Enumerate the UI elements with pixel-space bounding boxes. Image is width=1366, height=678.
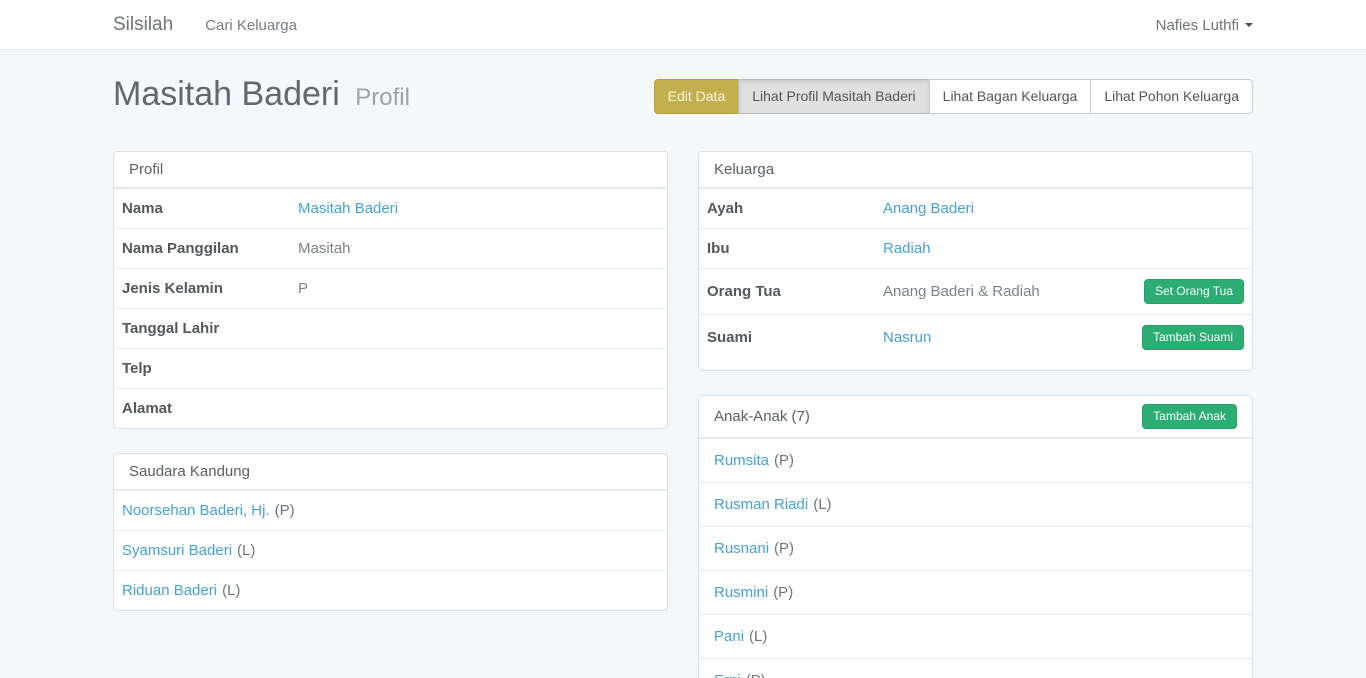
person-link[interactable]: Syamsuri Baderi [122, 542, 232, 559]
child-list-item: Rusnani (P) [699, 526, 1252, 570]
navbar-right: Nafies Luthfi [1156, 17, 1253, 34]
keluarga-panel-heading: Keluarga [699, 152, 1252, 188]
tambah-anak-button[interactable]: Tambah Anak [1142, 404, 1237, 429]
sibling-list-item: Noorsehan Baderi, Hj. (P) [114, 490, 667, 530]
page-title: Masitah Baderi Profil [113, 74, 410, 118]
person-link[interactable]: Erni [714, 672, 741, 678]
table-row-suami: Suami Nasrun Tambah Suami [699, 314, 1252, 370]
field-value: P [298, 279, 308, 298]
lihat-pohon-keluarga-button[interactable]: Lihat Pohon Keluarga [1090, 79, 1253, 114]
table-row-jenis-kelamin: Jenis Kelamin P [114, 268, 667, 308]
page-subtitle: Profil [355, 84, 410, 111]
person-link[interactable]: Noorsehan Baderi, Hj. [122, 502, 270, 519]
field-value: Masitah [298, 239, 351, 258]
person-link[interactable]: Radiah [883, 239, 931, 258]
user-name: Nafies Luthfi [1156, 17, 1239, 34]
saudara-panel-title: Saudara Kandung [129, 463, 250, 480]
sibling-list-item: Riduan Baderi (L) [114, 570, 667, 610]
field-label: Nama [114, 189, 298, 228]
profil-panel: Profil Nama Masitah Baderi Nama Panggila… [113, 151, 668, 429]
navbar: Silsilah Cari Keluarga Nafies Luthfi [0, 0, 1366, 50]
field-value: Anang Baderi & Radiah [883, 282, 1040, 301]
person-link[interactable]: Rumsita [714, 452, 769, 469]
person-link[interactable]: Masitah Baderi [298, 199, 398, 218]
field-label: Telp [114, 349, 298, 388]
child-list-item: Rumsita (P) [699, 438, 1252, 482]
nav-cari-keluarga[interactable]: Cari Keluarga [205, 17, 297, 34]
child-list-item: Rusmini (P) [699, 570, 1252, 614]
field-label: Orang Tua [699, 272, 883, 311]
table-row-nama-panggilan: Nama Panggilan Masitah [114, 228, 667, 268]
person-link[interactable]: Riduan Baderi [122, 582, 217, 599]
field-label: Alamat [114, 389, 298, 428]
person-link[interactable]: Rusman Riadi [714, 496, 808, 513]
gender-label: (L) [237, 542, 255, 559]
gender-label: (L) [749, 628, 767, 645]
lihat-profil-button[interactable]: Lihat Profil Masitah Baderi [738, 79, 929, 114]
edit-data-button[interactable]: Edit Data [654, 79, 740, 114]
field-label: Ayah [699, 189, 883, 228]
field-label: Tanggal Lahir [114, 309, 298, 348]
user-menu-dropdown[interactable]: Nafies Luthfi [1156, 17, 1253, 34]
table-row-ibu: Ibu Radiah [699, 228, 1252, 268]
field-label: Suami [699, 318, 883, 357]
gender-label: (L) [813, 496, 831, 513]
brand-silsilah[interactable]: Silsilah [113, 14, 173, 36]
anak-panel-heading: Anak-Anak (7) Tambah Anak [699, 396, 1252, 438]
child-list-item: Erni (P) [699, 658, 1252, 678]
table-row-nama: Nama Masitah Baderi [114, 188, 667, 228]
profil-panel-title: Profil [129, 161, 163, 178]
gender-label: (P) [774, 540, 794, 557]
person-link[interactable]: Rusmini [714, 584, 768, 601]
tambah-suami-button[interactable]: Tambah Suami [1142, 325, 1244, 350]
field-label: Ibu [699, 229, 883, 268]
table-row-ayah: Ayah Anang Baderi [699, 188, 1252, 228]
table-row-orang-tua: Orang Tua Anang Baderi & Radiah Set Oran… [699, 268, 1252, 314]
person-link[interactable]: Rusnani [714, 540, 769, 557]
person-link[interactable]: Nasrun [883, 328, 931, 347]
gender-label: (P) [275, 502, 295, 519]
field-label: Nama Panggilan [114, 229, 298, 268]
caret-down-icon [1245, 23, 1253, 27]
person-link[interactable]: Anang Baderi [883, 199, 974, 218]
keluarga-panel-title: Keluarga [714, 161, 774, 178]
gender-label: (P) [774, 452, 794, 469]
set-orang-tua-button[interactable]: Set Orang Tua [1144, 279, 1244, 304]
child-list-item: Pani (L) [699, 614, 1252, 658]
keluarga-panel: Keluarga Ayah Anang Baderi Ibu Radiah Or… [698, 151, 1253, 371]
right-column: Keluarga Ayah Anang Baderi Ibu Radiah Or… [698, 151, 1253, 678]
table-row-alamat: Alamat [114, 388, 667, 428]
gender-label: (P) [773, 584, 793, 601]
main-content: Masitah Baderi Profil Edit Data Lihat Pr… [0, 50, 1366, 678]
profil-panel-heading: Profil [114, 152, 667, 188]
lihat-bagan-keluarga-button[interactable]: Lihat Bagan Keluarga [929, 79, 1092, 114]
left-column: Profil Nama Masitah Baderi Nama Panggila… [113, 151, 668, 635]
saudara-panel-heading: Saudara Kandung [114, 454, 667, 490]
field-label: Jenis Kelamin [114, 269, 298, 308]
table-row-tanggal-lahir: Tanggal Lahir [114, 308, 667, 348]
person-name-heading: Masitah Baderi [113, 75, 340, 113]
anak-anak-panel: Anak-Anak (7) Tambah Anak Rumsita (P) Rus… [698, 395, 1253, 678]
person-link[interactable]: Pani [714, 628, 744, 645]
saudara-kandung-panel: Saudara Kandung Noorsehan Baderi, Hj. (P)… [113, 453, 668, 611]
table-row-telp: Telp [114, 348, 667, 388]
gender-label: (P) [746, 672, 766, 678]
child-list-item: Rusman Riadi (L) [699, 482, 1252, 526]
gender-label: (L) [222, 582, 240, 599]
page-header: Masitah Baderi Profil Edit Data Lihat Pr… [113, 74, 1253, 118]
profile-action-group: Edit Data Lihat Profil Masitah Baderi Li… [654, 79, 1253, 114]
anak-panel-title: Anak-Anak (7) [714, 408, 810, 425]
sibling-list-item: Syamsuri Baderi (L) [114, 530, 667, 570]
